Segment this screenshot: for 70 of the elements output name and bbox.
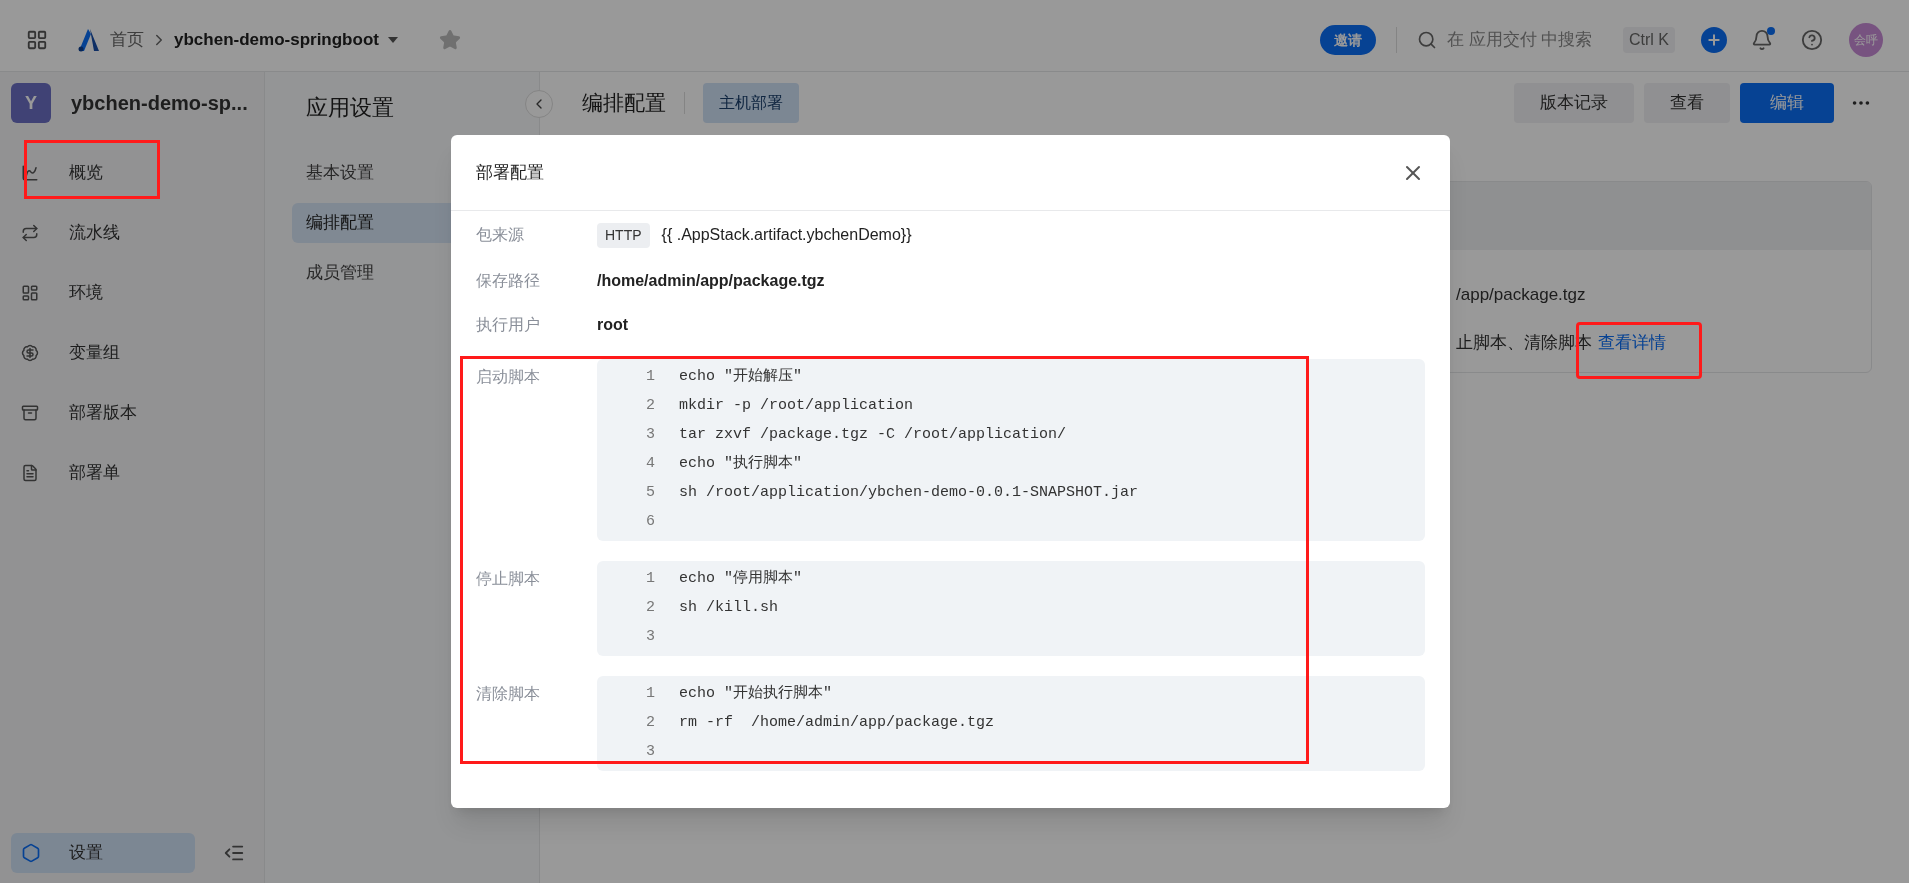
toolbar-button[interactable]: 查看 <box>1644 83 1730 123</box>
shortcut-key: Ctrl K <box>1623 27 1675 53</box>
grid-icon <box>21 284 39 302</box>
page-title: 编排配置 <box>582 90 666 117</box>
code-line: echo "停用脚本" <box>678 568 802 590</box>
line-number: 3 <box>645 425 656 446</box>
code-line: echo "开始执行脚本" <box>678 683 832 705</box>
panel-title: 应用设置 <box>305 94 395 122</box>
nav-item[interactable]: 流水线 <box>11 213 253 253</box>
toolbar-button[interactable]: 版本记录 <box>1514 83 1634 123</box>
logo-icon[interactable] <box>76 27 102 53</box>
edit-button[interactable]: 编辑 <box>1740 83 1834 123</box>
view-details-link[interactable]: 查看详情 <box>1598 329 1666 355</box>
line-number: 1 <box>645 569 656 590</box>
code-line: rm -rf /home/admin/app/package.tgz <box>678 713 995 734</box>
nav-item[interactable]: 环境 <box>11 273 253 313</box>
line-number: 2 <box>645 396 656 417</box>
nav-item[interactable]: 概览 <box>11 153 253 193</box>
app-avatar: Y <box>11 83 51 123</box>
field-label: 停止脚本 <box>476 569 541 589</box>
project-name[interactable]: ybchen-demo-springboot <box>174 27 379 53</box>
code-line: echo "执行脚本" <box>678 453 802 475</box>
star-icon[interactable] <box>438 29 461 51</box>
tray-icon <box>21 404 39 422</box>
card-path: /app/package.tgz <box>1456 284 1587 306</box>
field-label: 清除脚本 <box>476 684 541 704</box>
notification-icon[interactable] <box>1751 29 1773 51</box>
field-value: /home/admin/app/package.tgz <box>597 271 825 291</box>
settings-nav-item[interactable]: 设置 <box>11 833 195 873</box>
http-tag: HTTP <box>597 222 650 248</box>
line-number: 2 <box>645 598 656 619</box>
line-number: 1 <box>645 684 656 705</box>
search-icon <box>1417 30 1437 50</box>
invite-button[interactable]: 邀请 <box>1320 25 1376 55</box>
nav-item[interactable]: 变量组 <box>11 333 253 373</box>
field-label: 执行用户 <box>476 315 541 335</box>
help-icon[interactable] <box>1801 29 1823 51</box>
line-number: 2 <box>645 713 656 734</box>
dollar-icon <box>21 344 39 362</box>
settings-icon <box>21 843 41 863</box>
nav-item[interactable]: 部署版本 <box>11 393 253 433</box>
app-name: ybchen-demo-sp... <box>71 91 248 116</box>
apps-menu-icon[interactable] <box>26 29 48 51</box>
code-line: mkdir -p /root/application <box>678 396 914 417</box>
document-icon <box>21 464 39 482</box>
line-number: 1 <box>645 367 656 388</box>
add-button[interactable] <box>1701 27 1727 53</box>
field-label: 启动脚本 <box>476 367 541 387</box>
pipeline-icon <box>21 224 39 242</box>
code-line: sh /root/application/ybchen-demo-0.0.1-SNAPSHOT.jar <box>678 483 1139 504</box>
field-value: root <box>597 315 629 335</box>
deploy-type-tag: 主机部署 <box>703 83 799 123</box>
search-field[interactable]: 在 应用交付 中搜索 <box>1417 27 1617 53</box>
line-number: 4 <box>645 454 656 475</box>
code-line: tar zxvf /package.tgz -C /root/application/ <box>678 425 1067 446</box>
line-number: 3 <box>645 627 656 648</box>
trend-icon <box>21 164 39 182</box>
line-number: 5 <box>645 483 656 504</box>
field-label: 包来源 <box>476 225 525 245</box>
nav-item[interactable]: 部署单 <box>11 453 253 493</box>
field-value: {{ .AppStack.artifact.ybchenDemo}} <box>661 225 912 245</box>
plus-icon <box>1706 32 1722 48</box>
dialog-title: 部署配置 <box>476 161 544 184</box>
line-number: 6 <box>645 512 656 533</box>
caret-icon[interactable] <box>386 36 399 44</box>
field-label: 保存路径 <box>476 271 541 291</box>
line-number: 3 <box>645 742 656 763</box>
breadcrumb-link[interactable]: 首页 <box>110 27 144 53</box>
code-line: echo "开始解压" <box>678 367 802 388</box>
code-line: sh /kill.sh <box>678 598 779 619</box>
